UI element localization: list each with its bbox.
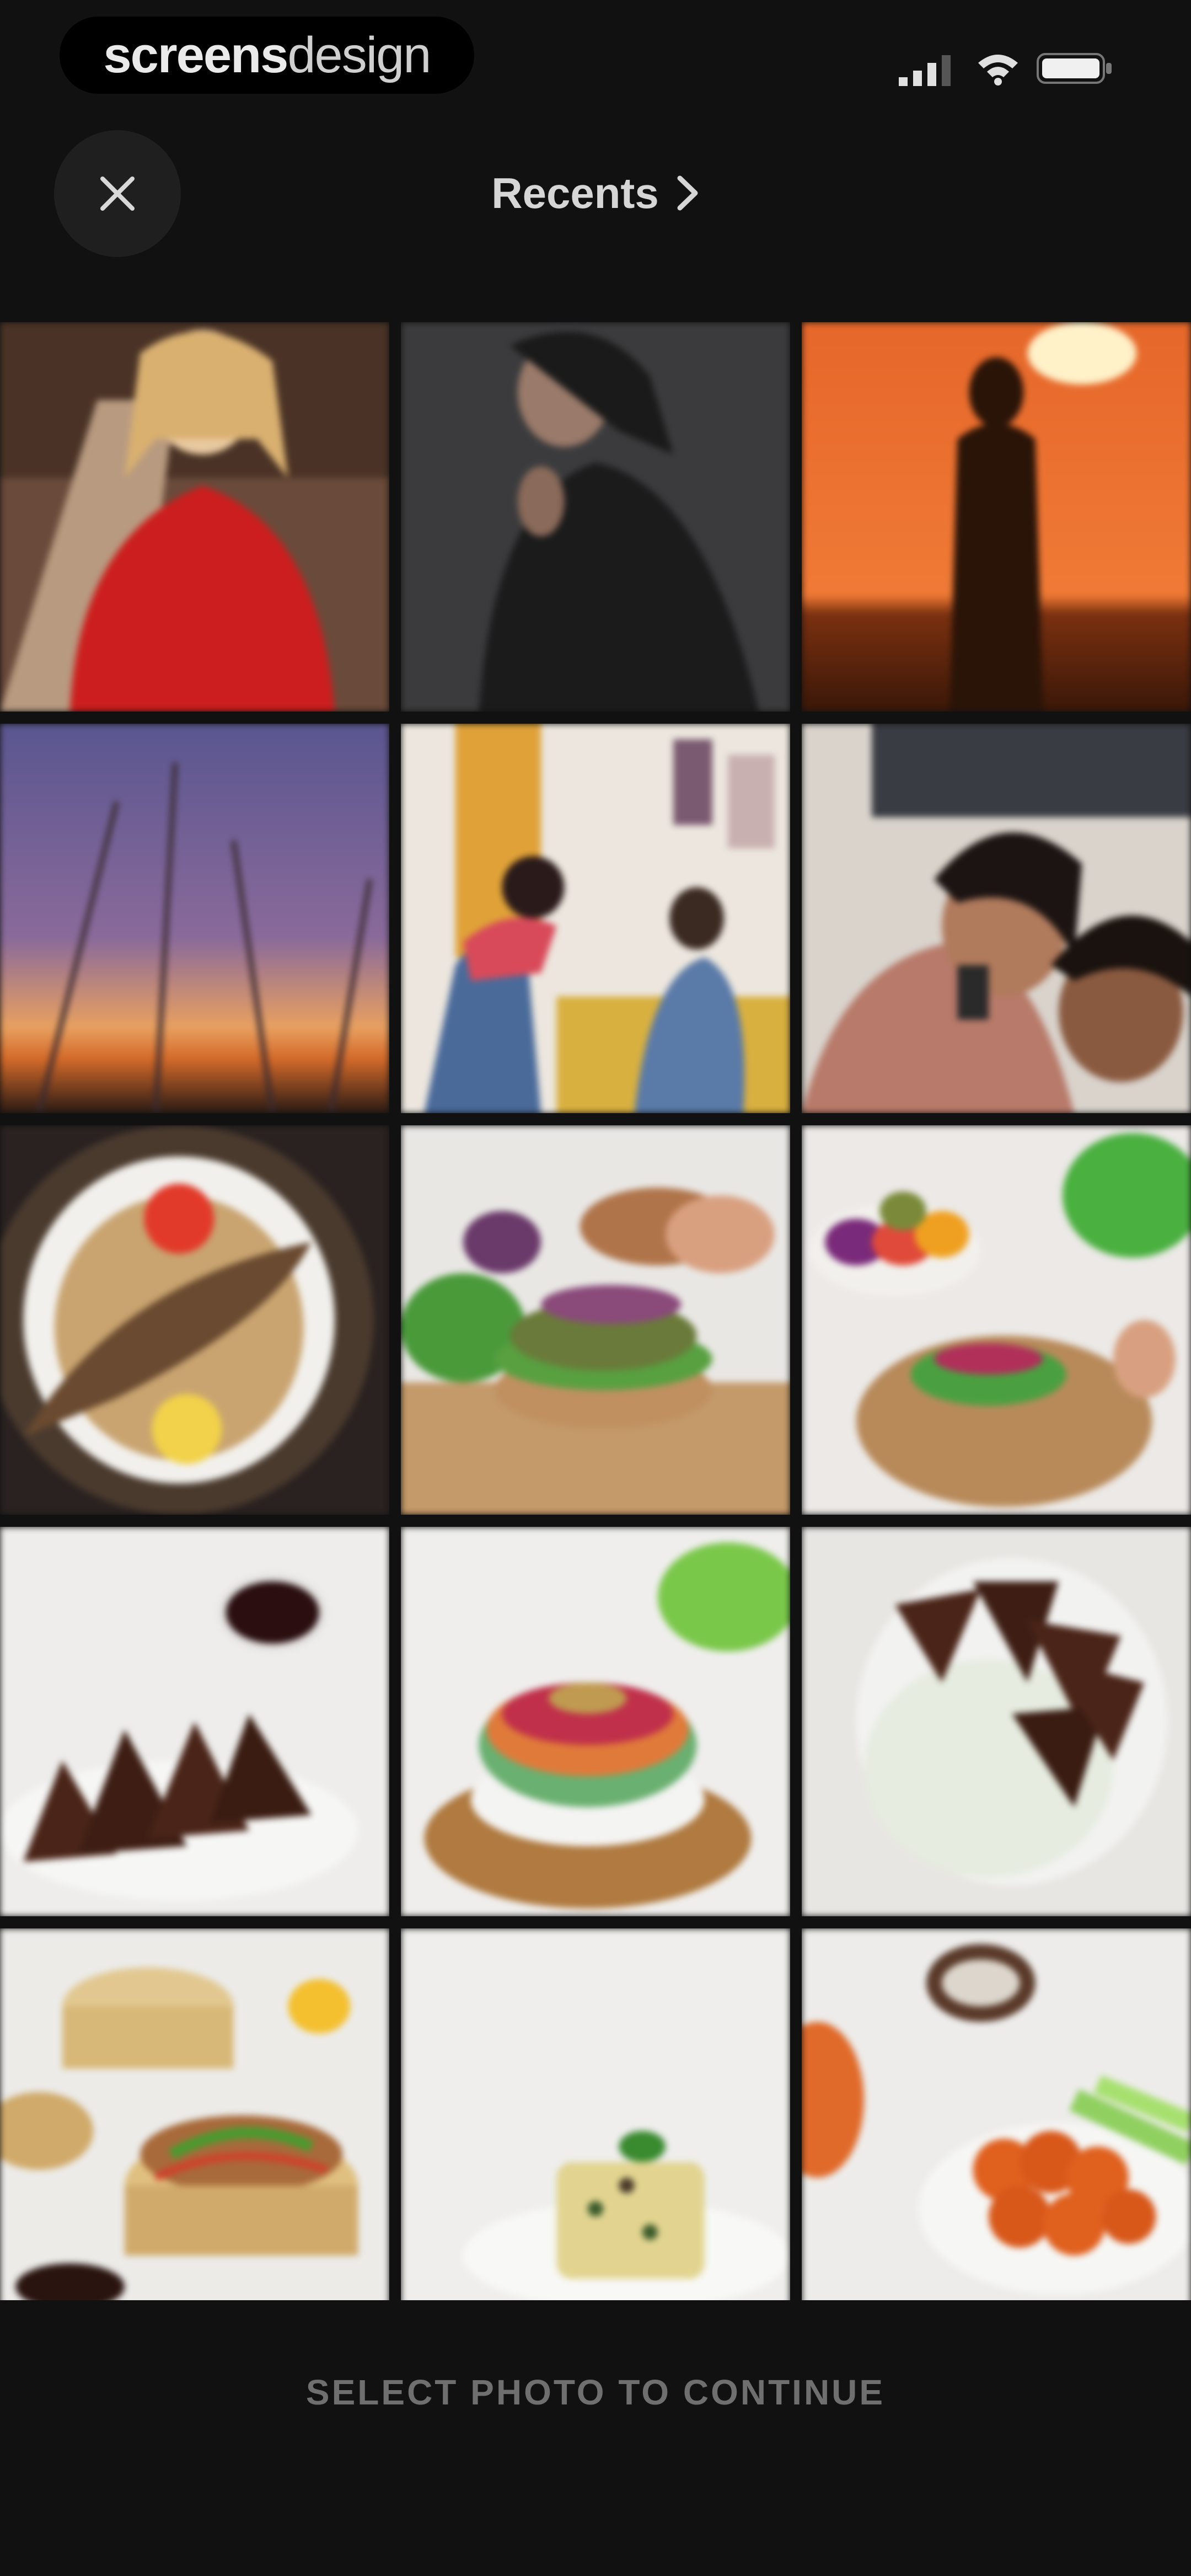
brand-logo-part1: screens: [103, 26, 289, 83]
photo-thumbnail[interactable]: [802, 322, 1191, 712]
photo-thumbnail[interactable]: [401, 1527, 790, 1916]
chevron-right-icon: [677, 175, 698, 211]
wifi-icon: [978, 55, 1018, 85]
photo-grid: [0, 322, 1191, 2318]
album-picker[interactable]: Recents: [0, 160, 1191, 226]
signal-icon: [899, 55, 951, 86]
photo-thumbnail[interactable]: [401, 1928, 790, 2318]
photo-thumbnail[interactable]: [802, 1527, 1191, 1916]
status-bar: screens design: [0, 0, 1191, 121]
footer: SELECT PHOTO TO CONTINUE: [0, 2300, 1191, 2576]
photo-thumbnail[interactable]: [401, 322, 790, 712]
photo-thumbnail[interactable]: [0, 724, 389, 1113]
photo-thumbnail[interactable]: [0, 322, 389, 712]
photo-thumbnail[interactable]: [401, 1125, 790, 1515]
photo-thumbnail[interactable]: [802, 1928, 1191, 2318]
brand-logo-part2: design: [287, 26, 431, 83]
photo-thumbnail[interactable]: [401, 724, 790, 1113]
photo-thumbnail[interactable]: [0, 1125, 389, 1515]
photo-thumbnail[interactable]: [0, 1928, 389, 2318]
photo-thumbnail[interactable]: [0, 1527, 389, 1916]
battery-icon: [1037, 53, 1112, 84]
photo-thumbnail[interactable]: [802, 1125, 1191, 1515]
header: Recents: [0, 121, 1191, 320]
album-title: Recents: [491, 168, 659, 217]
continue-button[interactable]: SELECT PHOTO TO CONTINUE: [0, 2372, 1191, 2413]
brand-logo: screens design: [60, 17, 474, 94]
photo-thumbnail[interactable]: [802, 724, 1191, 1113]
